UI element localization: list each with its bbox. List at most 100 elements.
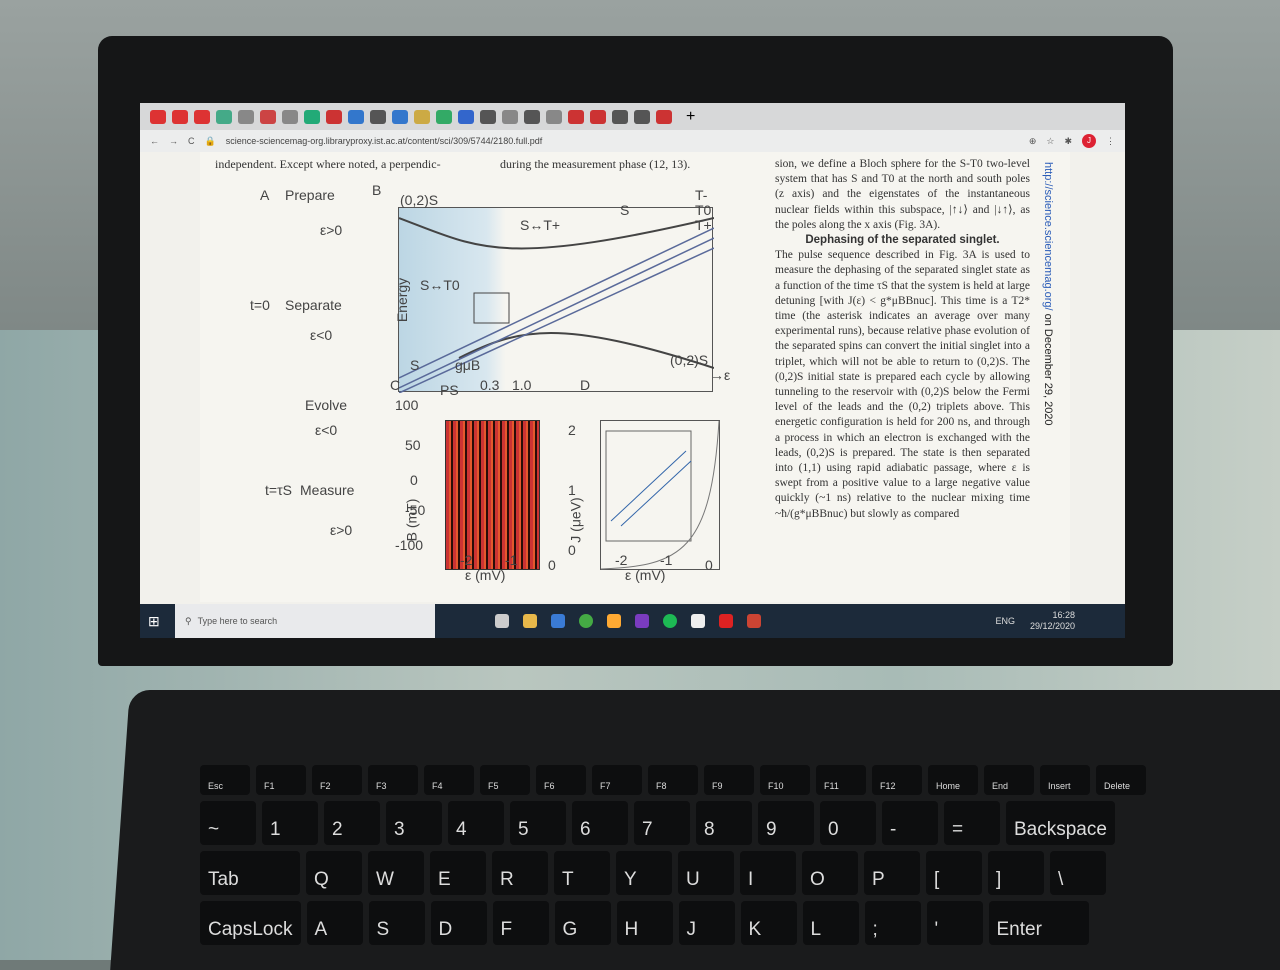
browser-tab[interactable] xyxy=(656,109,672,124)
key[interactable]: F8 xyxy=(648,765,698,795)
browser-tab[interactable] xyxy=(546,109,562,124)
key[interactable]: [ xyxy=(926,851,982,895)
key[interactable]: T xyxy=(554,851,610,895)
key[interactable]: CapsLock xyxy=(200,901,301,945)
key[interactable]: - xyxy=(882,801,938,845)
key[interactable]: = xyxy=(944,801,1000,845)
zoom-icon[interactable]: ⊕ xyxy=(1029,136,1037,147)
key[interactable]: 4 xyxy=(448,801,504,845)
task-view-icon[interactable] xyxy=(495,614,509,628)
app-icon[interactable] xyxy=(607,614,621,628)
key[interactable]: L xyxy=(802,901,859,945)
new-tab-button[interactable]: + xyxy=(686,108,695,126)
browser-tab[interactable] xyxy=(238,109,254,124)
browser-tab[interactable] xyxy=(348,109,364,124)
key[interactable]: Insert xyxy=(1040,765,1090,795)
key[interactable]: F12 xyxy=(872,765,922,795)
key[interactable]: F5 xyxy=(480,765,530,795)
key[interactable]: Tab xyxy=(200,851,300,895)
language-indicator[interactable]: ENG xyxy=(995,616,1015,626)
chrome-icon[interactable] xyxy=(579,614,593,628)
key[interactable]: D xyxy=(430,901,487,945)
key[interactable]: F xyxy=(492,901,549,945)
key[interactable]: A xyxy=(306,901,363,945)
key[interactable]: I xyxy=(740,851,796,895)
clock[interactable]: 16:28 29/12/2020 xyxy=(1030,610,1075,632)
powerpoint-icon[interactable] xyxy=(747,614,761,628)
key[interactable]: F4 xyxy=(424,765,474,795)
browser-tab[interactable] xyxy=(370,109,386,124)
key[interactable]: 0 xyxy=(820,801,876,845)
key[interactable]: F3 xyxy=(368,765,418,795)
browser-tab[interactable] xyxy=(194,109,210,124)
browser-tab[interactable] xyxy=(634,109,650,124)
browser-tab[interactable] xyxy=(568,109,584,124)
side-url-link[interactable]: http://science.sciencemag.org/ xyxy=(1042,162,1054,311)
browser-tab[interactable] xyxy=(458,109,474,124)
star-icon[interactable]: ☆ xyxy=(1046,136,1054,147)
key[interactable]: U xyxy=(678,851,734,895)
browser-tab[interactable] xyxy=(480,109,496,124)
browser-tab[interactable] xyxy=(414,109,430,124)
reload-icon[interactable]: C xyxy=(188,136,195,146)
browser-tab[interactable] xyxy=(304,109,320,124)
profile-avatar[interactable]: J xyxy=(1082,134,1096,148)
key[interactable]: O xyxy=(802,851,858,895)
mail-icon[interactable] xyxy=(551,614,565,628)
key[interactable]: R xyxy=(492,851,548,895)
key[interactable]: Q xyxy=(306,851,362,895)
browser-tab[interactable] xyxy=(612,109,628,124)
key[interactable]: F9 xyxy=(704,765,754,795)
key[interactable]: G xyxy=(554,901,611,945)
onenote-icon[interactable] xyxy=(635,614,649,628)
key[interactable]: K xyxy=(740,901,797,945)
key[interactable]: F11 xyxy=(816,765,866,795)
key[interactable]: Delete xyxy=(1096,765,1146,795)
extensions-icon[interactable]: ✱ xyxy=(1064,136,1072,147)
key[interactable]: E xyxy=(430,851,486,895)
forward-icon[interactable]: → xyxy=(169,136,178,146)
key[interactable]: 9 xyxy=(758,801,814,845)
browser-tab[interactable] xyxy=(150,109,166,124)
windows-start-icon[interactable]: ⊞ xyxy=(148,613,160,630)
key[interactable]: J xyxy=(678,901,735,945)
browser-tab[interactable] xyxy=(436,109,452,124)
slack-icon[interactable] xyxy=(691,614,705,628)
key[interactable]: S xyxy=(368,901,425,945)
taskbar-search[interactable]: ⚲ Type here to search xyxy=(175,604,435,638)
browser-tab[interactable] xyxy=(172,109,188,124)
file-explorer-icon[interactable] xyxy=(523,614,537,628)
key[interactable]: ] xyxy=(988,851,1044,895)
browser-tab[interactable] xyxy=(326,109,342,124)
key[interactable]: W xyxy=(368,851,424,895)
key[interactable]: ~ xyxy=(200,801,256,845)
key[interactable]: 7 xyxy=(634,801,690,845)
key[interactable]: F7 xyxy=(592,765,642,795)
back-icon[interactable]: ← xyxy=(150,136,159,146)
spotify-icon[interactable] xyxy=(663,614,677,628)
key[interactable]: ; xyxy=(864,901,921,945)
key[interactable]: Y xyxy=(616,851,672,895)
menu-icon[interactable]: ⋮ xyxy=(1106,136,1115,147)
url-text[interactable]: science-sciencemag-org.libraryproxy.ist.… xyxy=(226,136,1019,146)
browser-tab[interactable] xyxy=(502,109,518,124)
key[interactable]: 3 xyxy=(386,801,442,845)
key[interactable]: F10 xyxy=(760,765,810,795)
browser-tab[interactable] xyxy=(392,109,408,124)
key[interactable]: Esc xyxy=(200,765,250,795)
address-bar[interactable]: ← → C 🔒 science-sciencemag-org.librarypr… xyxy=(140,130,1125,152)
key[interactable]: P xyxy=(864,851,920,895)
browser-tab[interactable] xyxy=(260,109,276,124)
browser-tab[interactable] xyxy=(524,109,540,124)
key[interactable]: Backspace xyxy=(1006,801,1115,845)
key[interactable]: Home xyxy=(928,765,978,795)
key[interactable]: \ xyxy=(1050,851,1106,895)
key[interactable]: 8 xyxy=(696,801,752,845)
key[interactable]: F6 xyxy=(536,765,586,795)
key[interactable]: ' xyxy=(926,901,983,945)
key[interactable]: 5 xyxy=(510,801,566,845)
acrobat-icon[interactable] xyxy=(719,614,733,628)
key[interactable]: Enter xyxy=(988,901,1089,945)
key[interactable]: 6 xyxy=(572,801,628,845)
key[interactable]: H xyxy=(616,901,673,945)
